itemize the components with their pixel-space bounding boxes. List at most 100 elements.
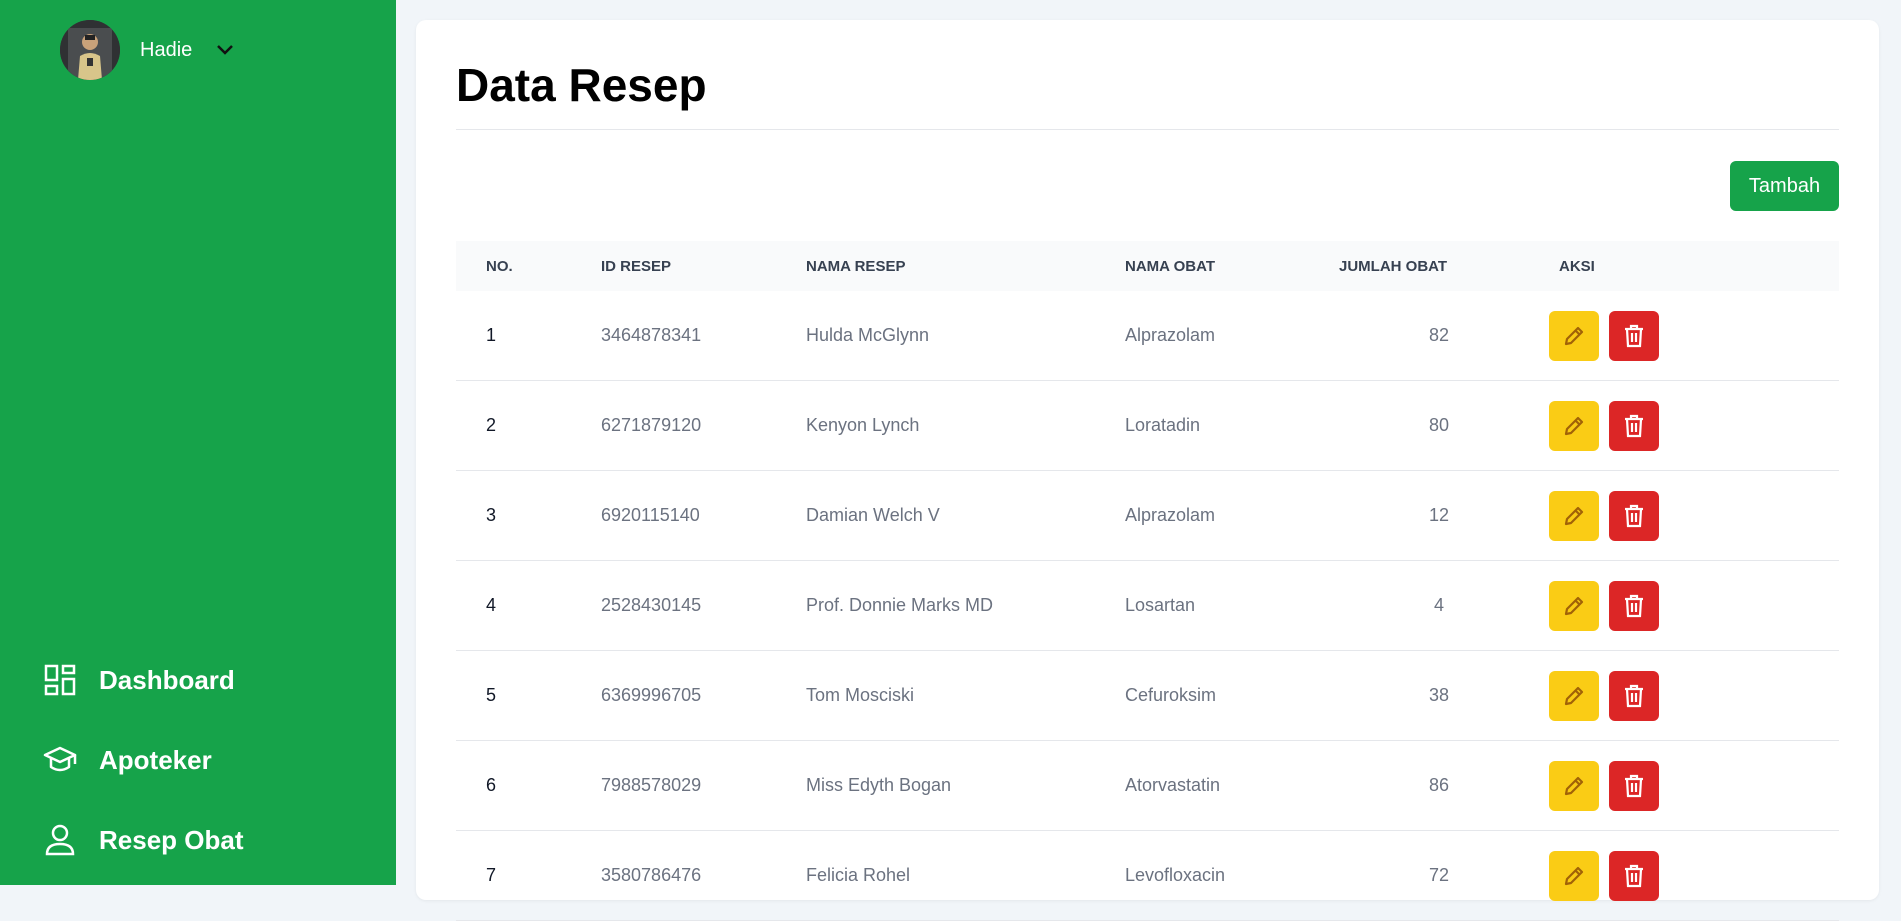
sidebar-item-dashboard[interactable]: Dashboard <box>42 640 244 720</box>
table-row: 6 7988578029 Miss Edyth Bogan Atorvastatin 8… <box>456 741 1839 831</box>
edit-button[interactable] <box>1549 490 1599 541</box>
cell-jumlah-obat: 38 <box>1428 685 1450 705</box>
pencil-icon <box>1564 596 1584 615</box>
edit-button[interactable] <box>1549 580 1599 631</box>
cell-no: 4 <box>486 595 497 615</box>
trash-icon <box>1625 414 1643 437</box>
delete-button[interactable] <box>1609 490 1659 541</box>
delete-button[interactable] <box>1609 580 1659 631</box>
cell-nama-obat: Levofloxacin <box>1125 865 1226 885</box>
cell-no: 2 <box>486 415 497 435</box>
cell-jumlah-obat: 4 <box>1433 595 1444 615</box>
sidebar-nav: Dashboard Apoteker Resep Obat <box>42 640 244 880</box>
sidebar-item-apoteker[interactable]: Apoteker <box>42 720 244 800</box>
table-header: NO. ID RESEP NAMA RESEP NAMA OBAT JUMLAH… <box>456 241 1839 291</box>
header-no: NO. <box>486 257 513 275</box>
cell-nama-obat: Alprazolam <box>1125 505 1216 525</box>
table-row: 4 2528430145 Prof. Donnie Marks MD Losartan… <box>456 561 1839 651</box>
cell-id-resep: 6920115140 <box>601 505 700 525</box>
user-icon <box>42 822 78 858</box>
edit-button[interactable] <box>1549 760 1599 811</box>
table-row: 5 6369996705 Tom Mosciski Cefuroksim 38 <box>456 651 1839 741</box>
add-button[interactable]: Tambah <box>1730 161 1839 211</box>
pencil-icon <box>1564 866 1584 885</box>
sidebar-item-resep-obat[interactable]: Resep Obat <box>42 800 244 880</box>
sidebar-item-label: Dashboard <box>99 664 235 695</box>
cell-nama-resep: Felicia Rohel <box>806 865 911 885</box>
table-body: 1 3464878341 Hulda McGlynn Alprazolam 82 2 627… <box>456 291 1839 921</box>
edit-button[interactable] <box>1549 310 1599 361</box>
delete-button[interactable] <box>1609 310 1659 361</box>
dashboard-icon <box>42 662 78 698</box>
sidebar-item-label: Apoteker <box>99 744 212 775</box>
avatar <box>60 20 120 80</box>
cell-nama-obat: Atorvastatin <box>1125 775 1221 795</box>
page-title: Data Resep <box>456 59 707 111</box>
cell-nama-obat: Cefuroksim <box>1125 685 1217 705</box>
table-row: 2 6271879120 Kenyon Lynch Loratadin 80 <box>456 381 1839 471</box>
cell-id-resep: 6271879120 <box>601 415 702 435</box>
recipe-table: NO. ID RESEP NAMA RESEP NAMA OBAT JUMLAH… <box>456 241 1839 921</box>
delete-button[interactable] <box>1609 760 1659 811</box>
pencil-icon <box>1564 416 1584 435</box>
user-name: Hadie <box>140 38 193 61</box>
graduation-cap-icon <box>42 742 78 778</box>
cell-nama-resep: Kenyon Lynch <box>806 415 920 435</box>
cell-nama-obat: Losartan <box>1125 595 1196 615</box>
cell-aksi <box>1539 310 1659 361</box>
cell-id-resep: 2528430145 <box>601 595 702 615</box>
trash-icon <box>1625 864 1643 887</box>
pencil-icon <box>1564 506 1584 525</box>
header-jumlah-obat: JUMLAH OBAT <box>1339 257 1448 275</box>
cell-aksi <box>1539 490 1659 541</box>
cell-no: 3 <box>486 505 497 525</box>
header-nama-obat: NAMA OBAT <box>1125 257 1215 275</box>
cell-jumlah-obat: 86 <box>1428 775 1450 795</box>
cell-nama-resep: Prof. Donnie Marks MD <box>806 595 994 615</box>
cell-aksi <box>1539 580 1659 631</box>
cell-id-resep: 6369996705 <box>601 685 702 705</box>
user-menu[interactable]: Hadie <box>60 20 234 80</box>
table-row: 3 6920115140 Damian Welch V Alprazolam 12 <box>456 471 1839 561</box>
cell-id-resep: 3464878341 <box>601 325 702 345</box>
delete-button[interactable] <box>1609 850 1659 901</box>
edit-button[interactable] <box>1549 850 1599 901</box>
sidebar: Hadie Dashboard Apoteker Resep Obat <box>0 0 396 885</box>
cell-nama-resep: Tom Mosciski <box>806 685 915 705</box>
cell-no: 1 <box>486 325 497 345</box>
trash-icon <box>1625 684 1643 707</box>
edit-button[interactable] <box>1549 670 1599 721</box>
header-id-resep: ID RESEP <box>601 257 672 275</box>
table-row: 7 3580786476 Felicia Rohel Levofloxacin 72 <box>456 831 1839 921</box>
trash-icon <box>1625 594 1643 617</box>
cell-jumlah-obat: 72 <box>1428 865 1450 885</box>
cell-jumlah-obat: 12 <box>1428 505 1450 525</box>
cell-jumlah-obat: 80 <box>1428 415 1450 435</box>
header-nama-resep: NAMA RESEP <box>806 257 906 275</box>
cell-id-resep: 7988578029 <box>601 775 702 795</box>
pencil-icon <box>1564 326 1584 345</box>
cell-jumlah-obat: 82 <box>1428 325 1450 345</box>
trash-icon <box>1625 774 1643 797</box>
delete-button[interactable] <box>1609 670 1659 721</box>
cell-nama-obat: Alprazolam <box>1125 325 1216 345</box>
pencil-icon <box>1564 686 1584 705</box>
cell-id-resep: 3580786476 <box>601 865 702 885</box>
cell-no: 6 <box>486 775 497 795</box>
cell-aksi <box>1539 670 1659 721</box>
cell-aksi <box>1539 400 1659 451</box>
cell-aksi <box>1539 760 1659 811</box>
cell-nama-resep: Damian Welch V <box>806 505 940 525</box>
title-divider <box>456 129 1839 130</box>
cell-nama-obat: Loratadin <box>1125 415 1201 435</box>
trash-icon <box>1625 504 1643 527</box>
cell-aksi <box>1539 850 1659 901</box>
pencil-icon <box>1564 776 1584 795</box>
cell-no: 5 <box>486 685 497 705</box>
cell-no: 7 <box>486 865 497 885</box>
table-row: 1 3464878341 Hulda McGlynn Alprazolam 82 <box>456 291 1839 381</box>
edit-button[interactable] <box>1549 400 1599 451</box>
header-aksi: AKSI <box>1559 257 1595 275</box>
chevron-down-icon[interactable] <box>216 44 234 56</box>
delete-button[interactable] <box>1609 400 1659 451</box>
